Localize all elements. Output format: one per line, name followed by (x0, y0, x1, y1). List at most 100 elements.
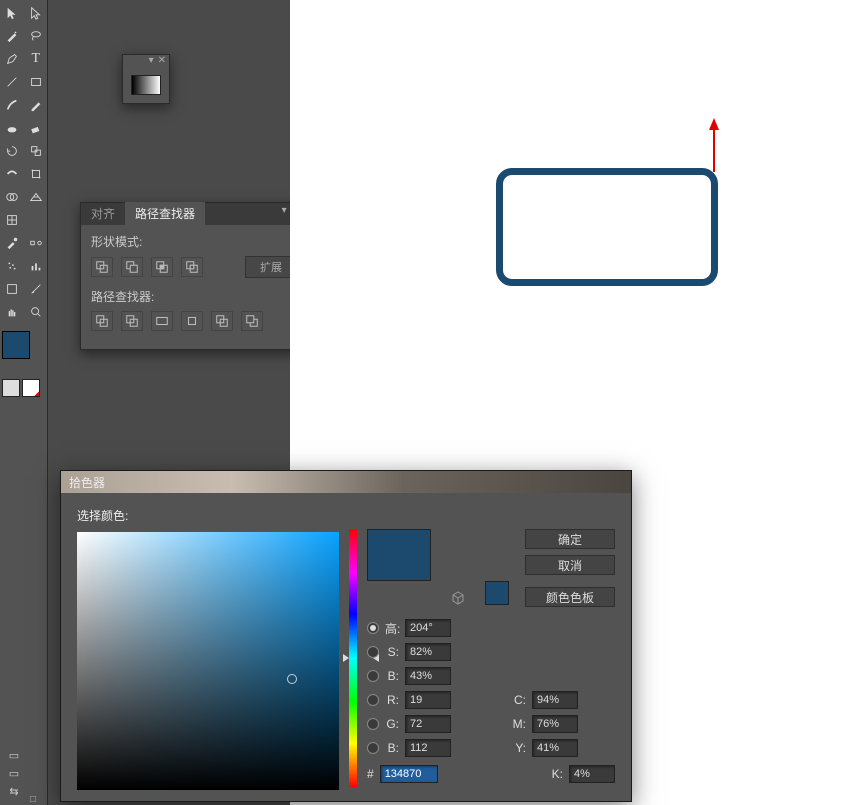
selection-tool[interactable] (1, 2, 24, 24)
perspective-tool[interactable] (25, 186, 48, 208)
g-label: G: (385, 717, 399, 731)
h-input[interactable] (405, 619, 451, 637)
cancel-button[interactable]: 取消 (525, 555, 615, 575)
brush-tool[interactable] (1, 94, 24, 116)
eyedropper-tool[interactable] (1, 232, 24, 254)
b-label: B: (385, 669, 399, 683)
tools-panel: T (0, 0, 48, 805)
fill-stroke-swatches[interactable] (2, 331, 45, 371)
s-input[interactable] (405, 643, 451, 661)
color-field[interactable] (77, 532, 339, 790)
tab-pathfinder[interactable]: 路径查找器 (125, 202, 205, 225)
merge-button[interactable] (151, 311, 173, 331)
none-mode[interactable] (22, 379, 40, 397)
screen-mode-2[interactable]: ▭ (4, 765, 24, 781)
minus-front-button[interactable] (121, 257, 143, 277)
lasso-tool[interactable] (25, 25, 48, 47)
exclude-button[interactable] (181, 257, 203, 277)
wand-tool[interactable] (1, 25, 24, 47)
m-label: M: (512, 717, 526, 731)
g-input[interactable] (405, 715, 451, 733)
close-icon[interactable]: ✕ (158, 55, 166, 69)
r-label: R: (385, 693, 399, 707)
dialog-title: 拾色器 (61, 471, 631, 493)
screen-mode-1[interactable]: ▭ (4, 747, 24, 763)
rotate-tool[interactable] (1, 140, 24, 162)
fill-swatch[interactable] (2, 331, 30, 359)
c-label: C: (512, 693, 526, 707)
blob-tool[interactable] (1, 117, 24, 139)
pencil-tool[interactable] (25, 94, 48, 116)
mesh-tool[interactable] (1, 209, 24, 231)
color-marker[interactable] (287, 674, 297, 684)
swatches-button[interactable]: 颜色色板 (525, 587, 615, 607)
color-mode-swatches (2, 379, 45, 397)
unite-button[interactable] (91, 257, 113, 277)
slice-tool[interactable] (25, 278, 48, 300)
hue-radio[interactable] (367, 622, 379, 634)
eraser-tool[interactable] (25, 117, 48, 139)
screen-mode-toggle[interactable]: ⇆ (4, 783, 24, 799)
gradient-tool[interactable] (25, 209, 48, 231)
graph-tool[interactable] (25, 255, 48, 277)
crop-button[interactable] (181, 311, 203, 331)
b-input[interactable] (405, 667, 451, 685)
trim-button[interactable] (121, 311, 143, 331)
ok-button[interactable]: 确定 (525, 529, 615, 549)
select-color-label: 选择颜色: (77, 507, 339, 524)
annotation-arrow (704, 118, 724, 174)
r-input[interactable] (405, 691, 451, 709)
sat-radio[interactable] (367, 646, 379, 658)
panel-menu-icon[interactable]: ▾ (280, 203, 289, 218)
rect-tool[interactable] (25, 71, 48, 93)
panel-menu-icon[interactable]: ▾ (149, 55, 154, 69)
intersect-button[interactable] (151, 257, 173, 277)
pathfinder-ops-label: 路径查找器: (91, 288, 297, 305)
k-label: K: (549, 767, 563, 781)
gradient-panel: ▾ ✕ (122, 54, 170, 104)
m-input[interactable] (532, 715, 578, 733)
r-radio[interactable] (367, 694, 379, 706)
width-tool[interactable] (1, 163, 24, 185)
direct-select-tool[interactable] (25, 2, 48, 24)
hex-label: # (367, 767, 374, 781)
b2-label: B: (385, 741, 399, 755)
free-transform-tool[interactable] (25, 163, 48, 185)
divide-button[interactable] (91, 311, 113, 331)
tab-align[interactable]: 对齐 (81, 202, 125, 225)
pathfinder-panel: 对齐 路径查找器 ▾ ✕ 形状模式: 扩展 路径查找器: (80, 202, 308, 350)
zoom-indicator[interactable]: □ (30, 794, 36, 805)
g-radio[interactable] (367, 718, 379, 730)
scale-tool[interactable] (25, 140, 48, 162)
rounded-rect-artwork[interactable] (496, 168, 718, 286)
type-tool[interactable]: T (25, 48, 48, 70)
y-input[interactable] (532, 739, 578, 757)
hex-input[interactable] (380, 765, 438, 783)
cube-icon (451, 591, 465, 605)
blend-tool[interactable] (25, 232, 48, 254)
color-preview-small (485, 581, 509, 605)
zoom-tool[interactable] (25, 301, 48, 323)
b2-input[interactable] (405, 739, 451, 757)
s-label: S: (385, 645, 399, 659)
outline-button[interactable] (211, 311, 233, 331)
artboard-tool[interactable] (1, 278, 24, 300)
shape-modes-label: 形状模式: (91, 233, 297, 250)
hand-tool[interactable] (1, 301, 24, 323)
minus-back-button[interactable] (241, 311, 263, 331)
k-input[interactable] (569, 765, 615, 783)
hue-slider[interactable] (349, 529, 357, 787)
y-label: Y: (512, 741, 526, 755)
pen-tool[interactable] (1, 48, 24, 70)
b2-radio[interactable] (367, 742, 379, 754)
h-label: 高: (385, 620, 399, 637)
color-picker-dialog: 拾色器 选择颜色: 确定 取消 颜色色板 高: (60, 470, 632, 802)
watermark: Baidu 经验 jingyan.baidu.com (757, 767, 856, 797)
shape-builder-tool[interactable] (1, 186, 24, 208)
c-input[interactable] (532, 691, 578, 709)
symbol-spray-tool[interactable] (1, 255, 24, 277)
line-tool[interactable] (1, 71, 24, 93)
bri-radio[interactable] (367, 670, 379, 682)
gradient-swatch[interactable] (131, 75, 161, 95)
solid-mode[interactable] (2, 379, 20, 397)
